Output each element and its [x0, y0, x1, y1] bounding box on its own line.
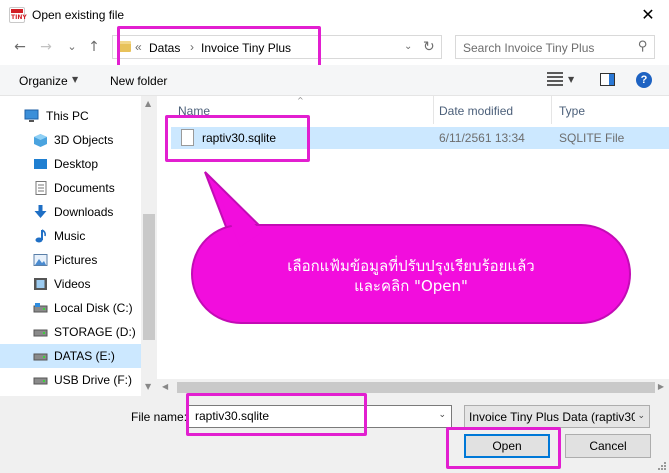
app-logo-text: TINY: [11, 14, 27, 21]
file-date-modified: 6/11/2561 13:34: [439, 131, 525, 145]
column-header-date-modified[interactable]: Date modified: [439, 96, 551, 124]
sidebar-item-label: Local Disk (C:): [54, 301, 133, 315]
forward-arrow-icon[interactable]: →: [36, 37, 56, 57]
preview-pane-icon[interactable]: [600, 73, 615, 86]
sidebar-item-label: Documents: [54, 181, 115, 195]
column-header-type[interactable]: Type: [559, 96, 659, 124]
address-dropdown-icon[interactable]: ⌄: [404, 41, 412, 52]
help-icon[interactable]: ?: [636, 72, 652, 88]
app-logo-icon: TINY: [9, 7, 27, 23]
sidebar-item-label: 3D Objects: [54, 133, 114, 147]
scroll-up-icon[interactable]: ▲: [145, 99, 151, 108]
sidebar-item-usb-drive-f[interactable]: USB Drive (F:): [0, 368, 141, 392]
videos-icon: [34, 278, 47, 290]
search-box[interactable]: Search Invoice Tiny Plus ⚲: [455, 35, 655, 59]
sidebar-item-music[interactable]: Music: [0, 224, 141, 248]
file-name-label: File name:: [131, 410, 188, 424]
sidebar-item-local-disk-c[interactable]: Local Disk (C:): [0, 296, 141, 320]
file-name-dropdown-icon[interactable]: ⌄: [438, 410, 446, 420]
address-highlight-frame: [117, 26, 321, 69]
refresh-icon[interactable]: ↻: [423, 39, 435, 55]
file-highlight-frame: [165, 115, 310, 162]
change-view-icon[interactable]: [547, 72, 563, 86]
usb-drive-icon: [33, 377, 48, 385]
view-dropdown-icon[interactable]: ▼: [568, 75, 574, 84]
sidebar-item-label: Music: [54, 229, 86, 243]
sidebar-item-documents[interactable]: Documents: [0, 176, 141, 200]
file-type-filter-value: Invoice Tiny Plus Data (raptiv30: [469, 410, 638, 424]
sidebar-item-videos[interactable]: Videos: [0, 272, 141, 296]
sidebar-scrollbar[interactable]: ▲ ▼: [141, 96, 157, 396]
title-bar: TINY Open existing file ✕: [0, 0, 669, 31]
back-arrow-icon[interactable]: ←: [10, 37, 30, 57]
documents-icon: [35, 181, 47, 195]
sidebar-item-label: Desktop: [54, 157, 99, 171]
pc-icon: [24, 109, 39, 122]
local-disk-icon: [33, 303, 48, 313]
search-placeholder[interactable]: Search Invoice Tiny Plus: [463, 41, 594, 55]
sidebar-item-label: USB Drive (F:): [54, 373, 132, 387]
close-icon[interactable]: ✕: [637, 4, 659, 26]
organize-dropdown-icon[interactable]: ▼: [72, 75, 78, 84]
window-title: Open existing file: [32, 8, 125, 22]
sidebar-item-3d-objects[interactable]: 3D Objects: [0, 128, 141, 152]
up-arrow-icon[interactable]: ↑: [84, 37, 104, 57]
search-icon[interactable]: ⚲: [638, 39, 648, 54]
sidebar-item-desktop[interactable]: Desktop: [0, 152, 141, 176]
sidebar-item-label: Videos: [54, 277, 91, 291]
sidebar-item-label: This PC: [46, 109, 89, 123]
column-header-label: Type: [559, 104, 586, 118]
sidebar-item-label: DATAS (E:): [54, 349, 115, 363]
cube-icon: [34, 134, 47, 147]
column-divider[interactable]: [433, 96, 434, 124]
drive-icon: [33, 329, 48, 337]
sidebar-item-pictures[interactable]: Pictures: [0, 248, 141, 272]
callout-text: เลือกแฟ้มข้อมูลที่ปรับปรุงเรียบร้อยแล้ว …: [191, 256, 631, 296]
callout-line-2: และคลิก "Open": [354, 277, 468, 295]
file-name-highlight-frame: [186, 393, 367, 436]
resize-grip-icon[interactable]: [656, 460, 666, 470]
horizontal-scroll-thumb[interactable]: [177, 382, 655, 393]
callout-line-1: เลือกแฟ้มข้อมูลที่ปรับปรุงเรียบร้อยแล้ว: [287, 257, 535, 275]
pictures-icon: [33, 254, 48, 266]
sidebar-item-storage-d[interactable]: STORAGE (D:): [0, 320, 141, 344]
sidebar-item-label: Downloads: [54, 205, 114, 219]
desktop-icon: [34, 159, 47, 169]
recent-locations-chevron-icon[interactable]: ⌄: [62, 37, 82, 57]
download-icon: [34, 205, 47, 218]
cancel-button[interactable]: Cancel: [565, 434, 651, 458]
sidebar-item-label: Pictures: [54, 253, 98, 267]
navigation-bar: ← → ⌄ ↑ « Datas › Invoice Tiny Plus ⌄ ↻ …: [0, 31, 669, 65]
scroll-left-icon[interactable]: ◀: [162, 382, 168, 391]
file-type-dropdown-icon[interactable]: ⌄: [635, 411, 645, 421]
command-toolbar: Organize ▼ New folder ▼ ?: [0, 65, 669, 96]
column-divider[interactable]: [551, 96, 552, 124]
sidebar-item-this-pc[interactable]: This PC: [0, 104, 141, 128]
open-button-highlight-frame: [446, 427, 561, 469]
drive-icon: [33, 353, 48, 361]
organize-button[interactable]: Organize: [19, 74, 68, 88]
column-header-label: Date modified: [439, 104, 514, 118]
file-type-filter-select[interactable]: Invoice Tiny Plus Data (raptiv30 ⌄: [464, 405, 650, 428]
scroll-down-icon[interactable]: ▼: [145, 382, 151, 391]
new-folder-button[interactable]: New folder: [110, 74, 167, 88]
sidebar-scroll-thumb[interactable]: [143, 214, 155, 340]
scroll-right-icon[interactable]: ▶: [658, 382, 664, 391]
sidebar-item-datas-e[interactable]: DATAS (E:): [0, 344, 141, 368]
navigation-pane: This PC 3D Objects Desktop Documents Dow…: [0, 96, 157, 396]
sidebar-item-label: STORAGE (D:): [54, 325, 136, 339]
app-logo-bar: [11, 9, 23, 13]
file-type: SQLITE File: [559, 131, 625, 145]
sidebar-item-downloads[interactable]: Downloads: [0, 200, 141, 224]
music-icon: [35, 229, 46, 243]
